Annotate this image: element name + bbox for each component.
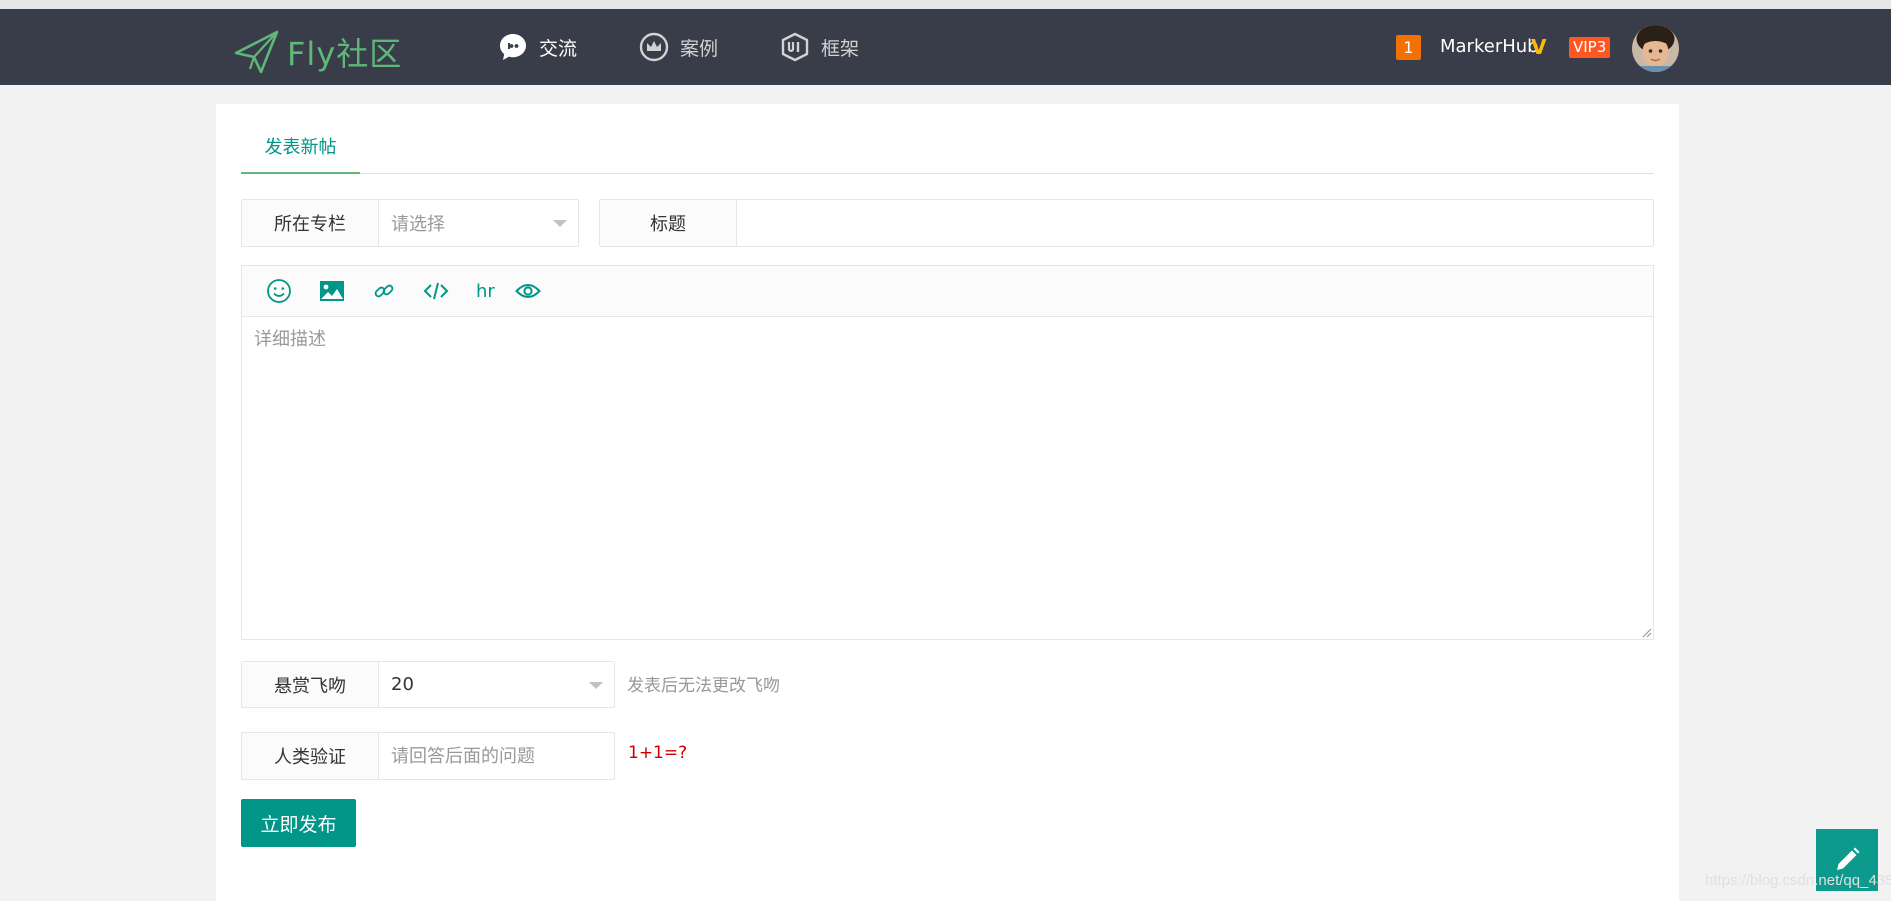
vip-badge: VIP3 — [1569, 37, 1611, 58]
edit-pencil-icon — [1837, 847, 1860, 870]
resize-grip-icon[interactable] — [1640, 626, 1652, 638]
column-select[interactable]: 请选择 — [379, 200, 578, 246]
reward-label: 悬赏飞吻 — [242, 662, 379, 707]
link-icon[interactable] — [372, 276, 396, 306]
message-count-badge[interactable]: 1 — [1396, 35, 1421, 60]
verify-input[interactable] — [391, 733, 614, 779]
title-input-wrap — [737, 200, 1653, 246]
column-label: 所在专栏 — [242, 200, 379, 246]
editor-toolbar: hr — [242, 266, 1653, 317]
reward-select[interactable]: 20 — [379, 662, 614, 707]
nav-label-cases: 案例 — [680, 37, 719, 60]
title-field: 标题 — [599, 199, 1654, 247]
reward-select-value: 20 — [391, 674, 414, 695]
verify-field: 人类验证 — [241, 732, 615, 780]
nav-item-cases[interactable]: 案例 — [639, 9, 718, 85]
content-textarea[interactable]: 详细描述 — [242, 317, 1653, 639]
nav-item-framework[interactable]: 框架 — [780, 9, 859, 85]
reward-select-field: 悬赏飞吻 20 — [241, 661, 615, 708]
verify-input-wrap — [379, 733, 614, 779]
content-placeholder: 详细描述 — [254, 329, 326, 350]
nav-label-exchange: 交流 — [539, 37, 578, 60]
code-icon[interactable] — [423, 276, 449, 306]
column-select-placeholder: 请选择 — [391, 214, 445, 235]
reward-hint: 发表后无法更改飞吻 — [627, 676, 780, 696]
crown-icon — [639, 32, 669, 62]
verify-question: 1+1=? — [628, 743, 688, 763]
title-input[interactable] — [749, 200, 1653, 246]
nav-item-exchange[interactable]: 交流 — [498, 9, 577, 85]
top-border — [0, 0, 1891, 9]
logo-text: Fly社区 — [287, 35, 403, 73]
content-editor: hr 详细描述 — [241, 265, 1654, 640]
site-logo[interactable]: Fly社区 — [233, 29, 402, 75]
avatar[interactable] — [1632, 25, 1679, 72]
ui-shield-icon — [780, 32, 810, 62]
nav-label-framework: 框架 — [821, 37, 860, 60]
hr-button[interactable]: hr — [476, 276, 495, 306]
column-select-field: 所在专栏 请选择 — [241, 199, 579, 247]
paper-plane-icon — [234, 30, 279, 74]
tab-new-post[interactable]: 发表新帖 — [241, 125, 360, 174]
emoji-icon[interactable] — [266, 276, 292, 306]
preview-eye-icon[interactable] — [514, 276, 541, 306]
chevron-down-icon — [589, 681, 603, 689]
watermark-text: https://blog.csdn.net/qq_43568109 — [1705, 872, 1891, 889]
verified-icon: V — [1531, 35, 1547, 59]
tab-bar: 发表新帖 — [241, 125, 1654, 174]
image-icon[interactable] — [319, 276, 345, 306]
submit-button[interactable]: 立即发布 — [241, 799, 356, 847]
chat-icon — [498, 32, 528, 62]
title-label: 标题 — [600, 200, 737, 246]
username-link[interactable]: MarkerHub — [1440, 33, 1539, 61]
verify-label: 人类验证 — [242, 733, 379, 779]
chevron-down-icon — [553, 220, 567, 227]
